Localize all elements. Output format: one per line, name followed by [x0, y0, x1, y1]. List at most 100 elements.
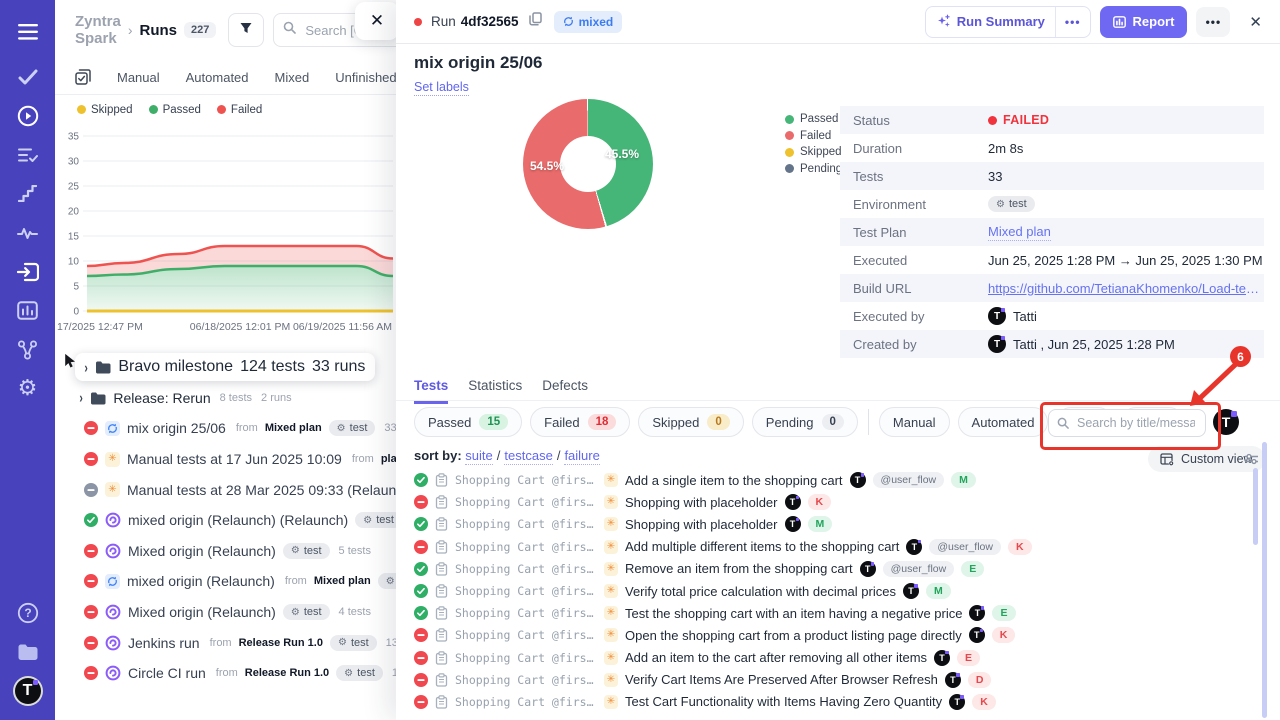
test-row[interactable]: Shopping Cart @first…✳Open the shopping …: [414, 624, 1254, 646]
test-row[interactable]: Shopping Cart @first…✳Verify total price…: [414, 580, 1254, 602]
info-label: Build URL: [853, 281, 988, 296]
activity-icon[interactable]: [0, 213, 55, 252]
reports-icon[interactable]: [0, 291, 55, 330]
clipboard-icon: [435, 606, 448, 620]
environment-badge: ⚙test: [329, 420, 376, 436]
sort-link-failure[interactable]: failure: [564, 448, 599, 465]
legend-item-passed: Passed: [149, 104, 201, 116]
run-plan[interactable]: Mixed plan: [314, 575, 371, 587]
run-plan[interactable]: Release Run 1.0: [245, 667, 329, 679]
sort-link-testcase[interactable]: testcase: [504, 448, 552, 465]
failed-status-icon: [414, 495, 428, 509]
select-all-icon[interactable]: [75, 69, 91, 85]
test-row[interactable]: Shopping Cart @first…✳Test the shopping …: [414, 602, 1254, 624]
run-row[interactable]: Mixed origin (Relaunch)⚙test4 tests: [55, 597, 396, 628]
info-label: Environment: [853, 197, 988, 212]
runs-folder-row[interactable]: ›Release: Rerun8 tests2 runs: [55, 383, 396, 414]
launches-icon[interactable]: [0, 252, 55, 291]
trend-legend: SkippedPassedFailed: [55, 95, 396, 118]
runs-tab-automated[interactable]: Automated: [186, 70, 249, 85]
test-runs-icon[interactable]: [0, 96, 55, 135]
test-row[interactable]: Shopping Cart @first…✳Remove an item fro…: [414, 558, 1254, 580]
tests-search-box[interactable]: [1048, 409, 1206, 437]
test-plan-link[interactable]: Mixed plan: [988, 224, 1051, 241]
test-row[interactable]: Shopping Cart @first…✳Add multiple diffe…: [414, 536, 1254, 558]
test-row[interactable]: Shopping Cart @first…✳Add an item to the…: [414, 647, 1254, 669]
runs-panel-header: Zyntra Spark › Runs 227 ✕: [55, 0, 396, 60]
tests-search-input[interactable]: [1075, 415, 1197, 431]
test-row[interactable]: Shopping Cart @first…✳Shopping with plac…: [414, 491, 1254, 513]
filter-chip-skipped[interactable]: Skipped0: [638, 407, 743, 437]
run-row[interactable]: mix origin 25/06fromMixed plan⚙test33 te…: [55, 413, 396, 444]
failed-status-icon: [84, 605, 98, 619]
projects-folder-icon[interactable]: [0, 632, 55, 671]
test-row[interactable]: Shopping Cart @first…✳Shopping with plac…: [414, 513, 1254, 535]
run-plan[interactable]: plan 1: [381, 453, 396, 465]
report-button[interactable]: Report: [1100, 6, 1188, 38]
folder-icon: [90, 391, 106, 405]
test-suite: Shopping Cart @first…: [455, 606, 597, 620]
test-cases-icon[interactable]: [0, 57, 55, 96]
run-row[interactable]: Jenkins runfromRelease Run 1.0⚙test13 te…: [55, 627, 396, 658]
runs-tab-mixed[interactable]: Mixed: [275, 70, 310, 85]
test-row[interactable]: Shopping Cart @first…✳Verify Cart Items …: [414, 669, 1254, 691]
filter-chip-manual[interactable]: Manual: [879, 407, 950, 437]
run-plan[interactable]: Mixed plan: [265, 422, 322, 434]
filter-button[interactable]: [228, 13, 264, 47]
filter-chip-passed[interactable]: Passed15: [414, 407, 522, 437]
environment-badge: ⚙test: [988, 196, 1035, 212]
folder-meta: 8 tests: [220, 392, 252, 404]
run-row[interactable]: mixed origin (Relaunch)fromMixed plan⚙te…: [55, 566, 396, 597]
more-actions-button[interactable]: •••: [1196, 7, 1230, 37]
test-row[interactable]: Shopping Cart @first…✳Add a single item …: [414, 469, 1254, 491]
test-label-pill: K: [972, 694, 996, 710]
folder-meta: 33 runs: [312, 358, 365, 376]
run-plan[interactable]: Release Run 1.0: [239, 637, 323, 649]
settings-gear-icon[interactable]: ⚙: [0, 369, 55, 408]
set-labels-link[interactable]: Set labels: [414, 80, 469, 96]
failed-status-icon: [84, 421, 98, 435]
run-row[interactable]: ✳Manual tests at 17 Jun 2025 10:09frompl…: [55, 444, 396, 475]
passed-status-icon: [84, 513, 98, 527]
assignee-avatar[interactable]: T: [1213, 409, 1239, 435]
run-row[interactable]: Circle CI runfromRelease Run 1.0⚙test13 …: [55, 658, 396, 689]
run-row[interactable]: Mixed origin (Relaunch)⚙test5 tests: [55, 536, 396, 567]
chevron-right-icon[interactable]: ›: [79, 390, 82, 407]
filter-chip-automated[interactable]: Automated: [958, 407, 1049, 437]
person-name: Tatti , Jun 25, 2025 1:28 PM: [1013, 337, 1175, 352]
runs-folder-row[interactable]: ›Bravo milestone124 tests33 runs: [55, 352, 396, 383]
menu-icon[interactable]: [0, 12, 55, 51]
test-suite: Shopping Cart @first…: [455, 495, 597, 509]
run-summary-button[interactable]: Run Summary •••: [925, 6, 1091, 38]
integrations-icon[interactable]: [0, 330, 55, 369]
run-from: from: [210, 637, 232, 649]
panel-scrollbar[interactable]: [1262, 442, 1267, 718]
test-title: Shopping with placeholder: [625, 517, 778, 532]
info-row-duration: Duration2m 8s: [840, 134, 1264, 162]
user-avatar[interactable]: T: [0, 671, 55, 710]
run-name: mix origin 25/06: [127, 420, 226, 436]
sort-link-suite[interactable]: suite: [465, 448, 492, 465]
test-row[interactable]: Shopping Cart @first…✳Test Cart Function…: [414, 691, 1254, 713]
tests-list-scrollbar[interactable]: [1253, 468, 1258, 545]
run-row[interactable]: mixed origin (Relaunch) (Relaunch)⚙test: [55, 505, 396, 536]
run-row[interactable]: ✳Manual tests at 28 Mar 2025 09:33 (Rela…: [55, 474, 396, 505]
build-url-link[interactable]: https://github.com/TetianaKhomenko/Load-…: [988, 281, 1264, 296]
popover-close-button[interactable]: ✕: [355, 2, 396, 40]
breadcrumb-project[interactable]: Zyntra Spark: [75, 13, 121, 47]
help-icon[interactable]: ?: [0, 593, 55, 632]
copy-icon: [529, 12, 542, 31]
copy-run-id-button[interactable]: [529, 12, 542, 31]
test-plans-icon[interactable]: [0, 135, 55, 174]
detail-close-button[interactable]: ✕: [1245, 9, 1266, 35]
milestones-icon[interactable]: [0, 174, 55, 213]
passed-status-icon: [414, 473, 428, 487]
test-title: Test the shopping cart with an item havi…: [625, 606, 962, 621]
runs-tab-unfinished[interactable]: Unfinished: [335, 70, 396, 85]
filter-chip-failed[interactable]: Failed18: [530, 407, 630, 437]
runs-tab-manual[interactable]: Manual: [117, 70, 160, 85]
run-summary-more-icon[interactable]: •••: [1055, 7, 1090, 37]
filter-chip-pending[interactable]: Pending0: [752, 407, 858, 437]
chevron-right-icon[interactable]: ›: [84, 359, 87, 376]
info-label: Tests: [853, 169, 988, 184]
